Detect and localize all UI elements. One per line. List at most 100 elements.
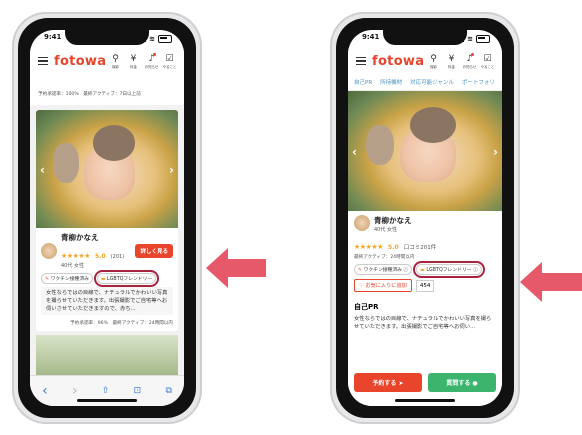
price-label: 料金 xyxy=(130,64,137,69)
left-phone-frame: 9:41 ≋ fotowa ⚲ 撮影 ¥ 料金 ♪ お知らせ ☑ やること 予約… xyxy=(12,12,202,424)
cta-bar: 予約する ➤ 質問する ● xyxy=(354,373,496,392)
next-card-photo[interactable] xyxy=(36,335,178,375)
knit-hat-image xyxy=(92,125,136,161)
tab-genres[interactable]: 対応可能ジャンル xyxy=(410,78,454,86)
header-price[interactable]: ¥ 料金 xyxy=(445,54,458,69)
info-icon: ⓘ xyxy=(473,268,478,273)
right-content: 自己PR 所持機材 対応可能ジャンル ポートフォリ ‹ › 青柳かなえ 40代 … xyxy=(348,74,502,406)
photographer-card[interactable]: ‹ › 青柳かなえ ★★★★★ 5.0 (201) 40代 女性 詳しく見る ✎… xyxy=(36,110,178,331)
photographer-stats: 予約承諾率：96% 最終アクティブ：24時間以内 xyxy=(70,321,173,326)
vaccine-tag: ✎ ワクチン接種済み xyxy=(41,273,93,284)
fotowa-logo[interactable]: fotowa xyxy=(372,54,424,69)
question-label: 質問する xyxy=(446,380,471,387)
detail-button[interactable]: 詳しく見る xyxy=(135,243,173,258)
photo-prev-icon[interactable]: ‹ xyxy=(352,145,357,159)
notification-dot xyxy=(153,52,157,56)
left-app-header: fotowa ⚲ 撮影 ¥ 料金 ♪ お知らせ ☑ やること xyxy=(30,48,184,74)
bell-icon: ♪ xyxy=(148,52,157,64)
info-icon: ⓘ xyxy=(403,268,409,273)
header-todo[interactable]: ☑ やること xyxy=(163,53,177,69)
vaccine-tag[interactable]: ✎ ワクチン接種済み ⓘ xyxy=(354,264,413,275)
menu-icon[interactable] xyxy=(38,57,48,65)
favorite-label: お気に入りに追加 xyxy=(365,283,407,289)
header-search[interactable]: ⚲ 撮影 xyxy=(427,54,440,69)
name-block: 青柳かなえ 40代 女性 xyxy=(374,215,412,233)
search-icon: ⚲ xyxy=(430,53,437,64)
knit-hat-image xyxy=(409,106,456,143)
fotowa-logo[interactable]: fotowa xyxy=(54,54,106,69)
review-count: (201) xyxy=(110,254,125,260)
header-notifications[interactable]: ♪ お知らせ xyxy=(463,52,476,69)
left-content: 予約承諾率：100% 最終アクティブ：7日以上前 ‹ › 青柳かなえ ★★★★★… xyxy=(30,74,184,406)
right-phone-screen: 9:41 ≋ fotowa ⚲ 撮影 ¥ 料金 ♪ お知らせ ☑ やること 自己… xyxy=(348,30,502,406)
lgbtq-tag[interactable]: ▬ LGBTQフレンドリー ⓘ xyxy=(413,261,485,278)
battery-icon xyxy=(158,35,172,43)
yen-icon: ¥ xyxy=(130,53,137,64)
share-icon[interactable]: ⇧ xyxy=(102,386,110,396)
photographer-meta: 40代 女性 xyxy=(374,227,397,233)
vaccine-tag-label: ワクチン接種済み xyxy=(50,277,89,282)
bell-icon: ♪ xyxy=(466,52,475,64)
wifi-icon: ≋ xyxy=(467,35,473,43)
reserve-button[interactable]: 予約する ➤ xyxy=(354,373,422,392)
rainbow-flag-icon: ▬ xyxy=(420,268,425,273)
header-icons: ⚲ 撮影 ¥ 料金 ♪ お知らせ ☑ やること xyxy=(109,52,177,69)
photographer-description: 女性ならではの目線で、ナチュラルでかわいい写真を撮らせていただきます。出張撮影で… xyxy=(41,287,173,315)
header-price[interactable]: ¥ 料金 xyxy=(127,54,140,69)
photo-next-icon[interactable]: › xyxy=(169,163,174,177)
lgbtq-tag-label: LGBTQフレンドリー xyxy=(107,277,153,282)
tag-row: ✎ ワクチン接種済み ▬ LGBTQフレンドリー xyxy=(36,270,178,287)
last-active: 最終アクティブ：24時間以内 xyxy=(354,255,415,260)
header-search[interactable]: ⚲ 撮影 xyxy=(109,54,122,69)
profile-info: 青柳かなえ 40代 女性 xyxy=(348,211,502,233)
header-icons: ⚲ 撮影 ¥ 料金 ♪ お知らせ ☑ やること xyxy=(427,52,495,69)
tabs-icon[interactable]: ⧉ xyxy=(165,386,171,396)
photographer-name: 青柳かなえ xyxy=(374,216,412,225)
right-status-bar: 9:41 ≋ xyxy=(362,33,490,45)
lgbtq-tag: ▬ LGBTQフレンドリー xyxy=(93,270,160,287)
yen-icon: ¥ xyxy=(448,53,455,64)
review-count[interactable]: 口コミ201件 xyxy=(404,245,437,251)
wifi-icon: ≋ xyxy=(149,35,155,43)
photo-prev-icon[interactable]: ‹ xyxy=(40,163,45,177)
previous-card-footer: 予約承諾率：100% 最終アクティブ：7日以上前 xyxy=(30,74,184,105)
profile-photo[interactable]: ‹ › xyxy=(348,91,502,211)
previous-card-stats: 予約承諾率：100% 最終アクティブ：7日以上前 xyxy=(38,92,141,97)
tag-row: ✎ ワクチン接種済み ⓘ ▬ LGBTQフレンドリー ⓘ xyxy=(348,261,502,279)
rating-row: ★★★★★ 5.0 (201) xyxy=(61,243,131,262)
bookmarks-icon[interactable]: ⊡ xyxy=(134,386,142,396)
tab-self-pr[interactable]: 自己PR xyxy=(354,78,372,86)
header-notifications[interactable]: ♪ お知らせ xyxy=(145,52,158,69)
favorite-button[interactable]: ♡ お気に入りに追加 xyxy=(354,279,412,292)
tab-equipment[interactable]: 所持機材 xyxy=(380,78,402,86)
search-label: 撮影 xyxy=(430,64,437,69)
photo-next-icon[interactable]: › xyxy=(493,145,498,159)
rating-value: 5.0 xyxy=(94,253,106,260)
name-block: 青柳かなえ ★★★★★ 5.0 (201) 40代 女性 xyxy=(61,232,131,269)
home-indicator xyxy=(77,399,137,402)
star-rating-icon: ★★★★★ xyxy=(354,243,383,251)
question-button[interactable]: 質問する ● xyxy=(428,373,496,392)
callout-arrow-left xyxy=(206,248,266,288)
status-time: 9:41 xyxy=(44,33,62,41)
self-pr-description: 女性ならではの目線で、ナチュラルでかわいい写真を撮らせていただきます。出張撮影で… xyxy=(354,316,492,330)
status-icons: ≋ xyxy=(455,33,490,45)
checkbox-icon: ☑ xyxy=(483,53,492,64)
photographer-name[interactable]: 青柳かなえ xyxy=(61,232,131,243)
forward-icon[interactable]: › xyxy=(72,383,78,399)
back-icon[interactable]: ‹ xyxy=(42,383,48,399)
callout-arrow-right xyxy=(520,262,582,302)
status-icons: ≋ xyxy=(137,33,172,45)
rainbow-flag-icon: ▬ xyxy=(100,277,106,282)
checkbox-icon: ☑ xyxy=(165,53,174,64)
battery-icon xyxy=(476,35,490,43)
photographer-photo[interactable]: ‹ › xyxy=(36,110,178,228)
paper-plane-icon: ➤ xyxy=(398,380,404,387)
left-phone-bezel: 9:41 ≋ fotowa ⚲ 撮影 ¥ 料金 ♪ お知らせ ☑ やること 予約… xyxy=(18,18,196,418)
menu-icon[interactable] xyxy=(356,57,366,65)
header-todo[interactable]: ☑ やること xyxy=(480,53,495,69)
todo-label: やること xyxy=(480,64,495,69)
favorite-row: ♡ お気に入りに追加 454 xyxy=(348,279,502,292)
tab-portfolio[interactable]: ポートフォリ xyxy=(462,78,495,86)
self-pr-title: 自己PR xyxy=(354,303,379,311)
